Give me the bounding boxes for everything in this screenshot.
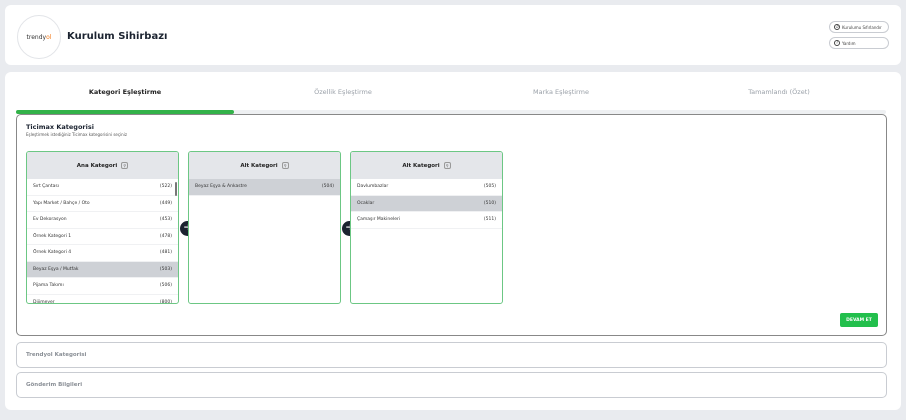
reset-setup-label: Kurulumu Sıfırlandır [842, 24, 882, 30]
search-icon[interactable]: ⚲ [121, 162, 129, 169]
question-icon: ? [834, 40, 840, 46]
scrollbar[interactable] [175, 182, 177, 196]
list-item-count: (478) [159, 233, 172, 239]
list-item-count: (511) [483, 217, 496, 223]
list-item[interactable]: Sırt Çantası (522) [27, 179, 178, 196]
column-header-label: Alt Kategori [402, 162, 440, 169]
wizard-panel: Kategori Eşleştirme Özellik Eşleştirme M… [5, 72, 901, 410]
list-item-label: Ev Dekorasyon [33, 217, 67, 223]
sub-category-column-1: Alt Kategori ⚲ Beyaz Eşya & Ankastre (504… [188, 151, 341, 304]
tab-kategori-eslestirme[interactable]: Kategori Eşleştirme [16, 88, 234, 96]
search-icon[interactable]: ⚲ [281, 162, 289, 169]
list-item[interactable]: Ev Dekorasyon (453) [27, 212, 178, 229]
list-item-label: Çamaşır Makineleri [357, 217, 401, 223]
category-list: Davlumbazlar (505) Ocaklar (510) Çamaşır Mak… [351, 179, 502, 229]
list-item-count: (504) [321, 184, 334, 190]
category-list: Sırt Çantası (522) Yapı Market / Bahçe / O… [27, 179, 178, 304]
list-item-count: (510) [483, 200, 496, 206]
tab-tamamlandi[interactable]: Tamamlandı (Özet) [670, 88, 888, 96]
list-item-label: Davlumbazlar [357, 184, 389, 190]
list-item-count: (481) [159, 250, 172, 256]
search-icon[interactable]: ⚲ [443, 162, 451, 169]
list-item[interactable]: Beyaz Eşya / Mutfak (503) [27, 261, 178, 278]
list-item[interactable]: Örnek Kategori 1 (478) [27, 229, 178, 245]
column-header-label: Alt Kategori [240, 162, 278, 169]
list-item-label: Ocaklar [357, 200, 375, 206]
list-item[interactable]: Davlumbazlar (505) [351, 179, 502, 196]
list-item[interactable]: Yapı Market / Bahçe / Oto (449) [27, 196, 178, 212]
list-item-count: (449) [159, 200, 172, 206]
list-item-label: Yapı Market / Bahçe / Oto [33, 200, 90, 206]
list-item-count: (503) [159, 266, 172, 272]
tab-marka-eslestirme[interactable]: Marka Eşleştirme [452, 88, 670, 96]
section-subtitle: Eşleştirmek istediğiniz Ticimax kategori… [26, 132, 127, 137]
column-header-label: Ana Kategori [76, 162, 118, 169]
list-item-label: Sırt Çantası [33, 184, 60, 190]
list-item-label: Dijimeyer [33, 299, 55, 304]
list-item-count: (505) [483, 184, 496, 190]
list-item-count: (453) [159, 217, 172, 223]
list-item-label: Örnek Kategori 1 [33, 233, 72, 239]
list-item-label: Örnek Kategori 4 [33, 250, 72, 256]
sub-category-column-2: Alt Kategori ⚲ Davlumbazlar (505) Ocaklar (… [350, 151, 503, 304]
list-item-label: Beyaz Eşya & Ankastre [195, 184, 247, 190]
reset-icon: ↺ [834, 24, 840, 30]
trendyol-category-accordion[interactable]: Trendyol Kategorisi [16, 342, 887, 368]
accordion-label: Trendyol Kategorisi [26, 352, 87, 358]
column-header: Alt Kategori ⚲ [189, 152, 340, 179]
logo-text: trendyol [26, 33, 52, 41]
continue-button[interactable]: DEVAM ET [840, 313, 878, 327]
column-header: Alt Kategori ⚲ [351, 152, 502, 179]
list-item-count: (522) [159, 184, 172, 190]
list-item[interactable]: Pijama Takımı (506) [27, 278, 178, 295]
header-bar: trendyol Kurulum Sihirbazı ↺ Kurulumu Sı… [5, 5, 901, 65]
page-title: Kurulum Sihirbazı [67, 31, 168, 42]
list-item[interactable]: Ocaklar (510) [351, 195, 502, 212]
tab-ozellik-eslestirme[interactable]: Özellik Eşleştirme [234, 88, 452, 96]
reset-setup-button[interactable]: ↺ Kurulumu Sıfırlandır [829, 21, 889, 33]
list-item[interactable]: Dijimeyer (800) [27, 295, 178, 304]
ticimax-category-section: Ticimax Kategorisi Eşleştirmek istediğin… [16, 114, 887, 336]
help-button[interactable]: ? Yardım [829, 37, 889, 49]
category-list: Beyaz Eşya & Ankastre (504) [189, 179, 340, 196]
help-label: Yardım [842, 40, 856, 46]
main-category-column: Ana Kategori ⚲ Sırt Çantası (522) Yapı Mar… [26, 151, 179, 304]
trendyol-logo: trendyol [17, 15, 61, 59]
section-title: Ticimax Kategorisi [26, 123, 94, 131]
list-item[interactable]: Çamaşır Makineleri (511) [351, 212, 502, 229]
shipping-info-accordion[interactable]: Gönderim Bilgileri [16, 372, 887, 398]
list-item[interactable]: Beyaz Eşya & Ankastre (504) [189, 179, 340, 196]
list-item-label: Pijama Takımı [33, 283, 64, 289]
accordion-label: Gönderim Bilgileri [26, 382, 83, 388]
column-header: Ana Kategori ⚲ [27, 152, 178, 179]
list-item-count: (506) [159, 283, 172, 289]
list-item-label: Beyaz Eşya / Mutfak [33, 266, 79, 272]
list-item[interactable]: Örnek Kategori 4 (481) [27, 245, 178, 262]
list-item-count: (800) [159, 299, 172, 304]
